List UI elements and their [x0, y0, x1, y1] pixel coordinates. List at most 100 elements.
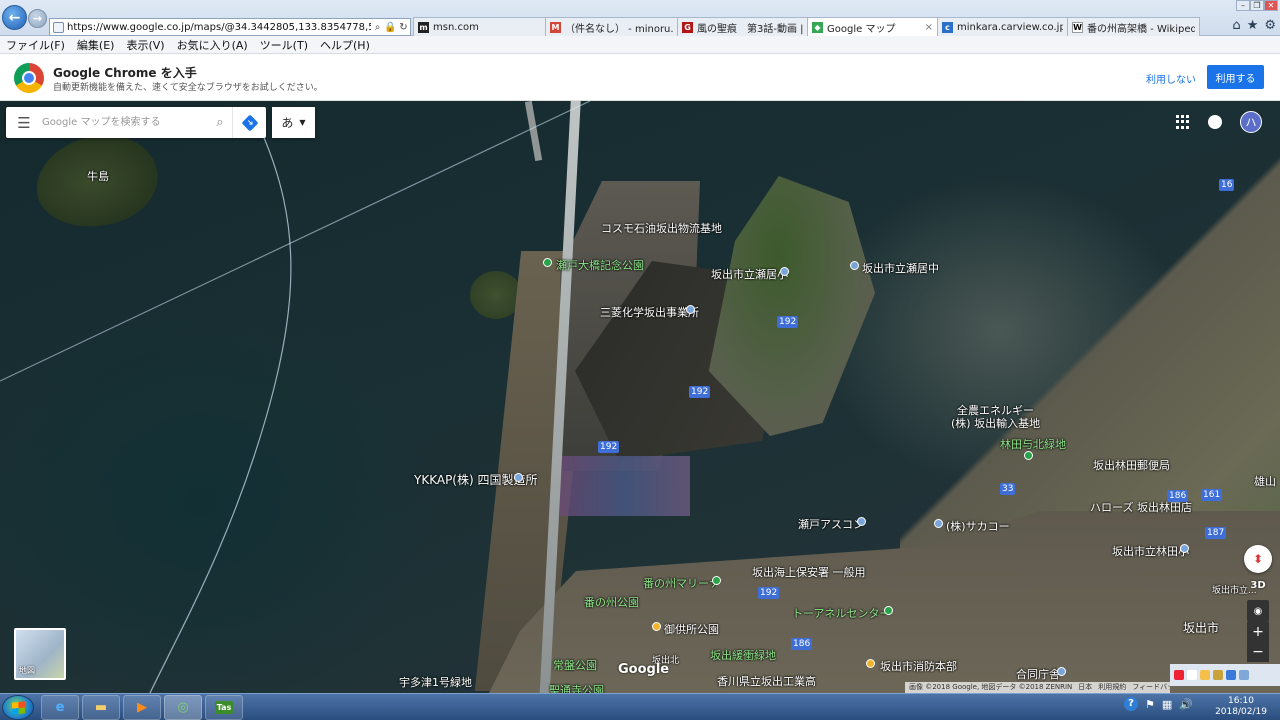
- park-pin-icon[interactable]: [884, 606, 893, 615]
- ime-icon[interactable]: [1239, 670, 1249, 680]
- help-icon[interactable]: ?: [1124, 697, 1138, 711]
- facility-pin-icon[interactable]: [866, 659, 875, 668]
- notifications-icon[interactable]: [1208, 115, 1222, 129]
- zoom-out-button[interactable]: −: [1247, 642, 1269, 662]
- layer-switcher[interactable]: 地図: [14, 628, 66, 680]
- facility-pin-icon[interactable]: [1057, 667, 1066, 676]
- menu-view[interactable]: 表示(V): [126, 37, 164, 53]
- map-label[interactable]: 林田与北緑地: [1000, 436, 1066, 452]
- avatar[interactable]: ハ: [1240, 111, 1262, 133]
- map-label[interactable]: 瀬戸大橋記念公園: [556, 257, 644, 273]
- ime-icon[interactable]: [1200, 670, 1210, 680]
- map-label[interactable]: 坂出市立瀬居小: [711, 266, 788, 282]
- map-label[interactable]: 瀬戸アスコン: [798, 516, 864, 532]
- school-pin-icon[interactable]: [1180, 544, 1189, 553]
- park-pin-icon[interactable]: [652, 622, 661, 631]
- map-label[interactable]: 三菱化学坂出事業所: [600, 304, 699, 320]
- url-text[interactable]: https://www.google.co.jp/maps/@34.344280…: [67, 22, 371, 33]
- facility-pin-icon[interactable]: [514, 473, 523, 482]
- taskbar-folder-icon[interactable]: ▬: [82, 695, 120, 720]
- flag-icon[interactable]: ⚑: [1145, 698, 1155, 711]
- tab-google-maps[interactable]: ◆ Google マップ ×: [807, 17, 938, 36]
- map-label[interactable]: 雄山: [1254, 473, 1276, 489]
- tab-wikipedia[interactable]: W 番の州高架橋 - Wikipedia: [1067, 17, 1200, 36]
- menu-favorites[interactable]: お気に入り(A): [177, 37, 248, 53]
- menu-hamburger-icon[interactable]: ☰: [6, 114, 42, 132]
- park-pin-icon[interactable]: [1024, 451, 1033, 460]
- school-pin-icon[interactable]: [850, 261, 859, 270]
- network-tray-icon[interactable]: ▦: [1162, 698, 1172, 711]
- map-label[interactable]: 常盤公園: [553, 657, 597, 673]
- settings-gear-icon[interactable]: ⚙: [1264, 18, 1276, 33]
- forward-button[interactable]: →: [28, 9, 47, 28]
- directions-button[interactable]: ➔: [232, 107, 266, 138]
- start-button[interactable]: [2, 695, 34, 720]
- menu-file[interactable]: ファイル(F): [6, 37, 65, 53]
- tilt-3d-button[interactable]: 3D: [1246, 580, 1270, 594]
- apps-grid-icon[interactable]: [1176, 115, 1190, 129]
- map-label[interactable]: 坂出市消防本部: [880, 658, 957, 674]
- ime-icon[interactable]: [1226, 670, 1236, 680]
- map-label[interactable]: コスモ石油坂出物流基地: [601, 220, 722, 236]
- system-clock[interactable]: 16:10 2018/02/19: [1212, 696, 1270, 718]
- terms-link[interactable]: 利用規約: [1098, 682, 1126, 693]
- map-label[interactable]: 坂出市立瀬居中: [862, 260, 939, 276]
- region-link[interactable]: 日本: [1078, 682, 1092, 693]
- compass-button[interactable]: ⬍: [1244, 545, 1272, 573]
- school-pin-icon[interactable]: [780, 267, 789, 276]
- park-pin-icon[interactable]: [712, 576, 721, 585]
- tab-gyao[interactable]: G 風の聖痕 第3話-動画 | GYA...: [677, 17, 808, 36]
- map-label[interactable]: トーアネルセンター: [792, 605, 891, 621]
- map-label[interactable]: (株) 坂出輸入基地: [951, 415, 1040, 431]
- tab-carview[interactable]: c minkara.carview.co.jp: [937, 17, 1068, 36]
- maps-search-input[interactable]: [42, 110, 208, 135]
- taskbar-tas-app[interactable]: Tas: [205, 695, 243, 720]
- volume-icon[interactable]: 🔊: [1179, 698, 1193, 711]
- map-label[interactable]: 番の州マリーナ: [643, 575, 720, 591]
- tab-msn[interactable]: m msn.com: [413, 17, 546, 36]
- zoom-in-button[interactable]: +: [1247, 622, 1269, 642]
- search-icon[interactable]: ⌕: [208, 115, 232, 130]
- taskbar-ie-icon[interactable]: e: [41, 695, 79, 720]
- map-label[interactable]: 坂出市立林田小: [1112, 543, 1189, 559]
- back-button[interactable]: ←: [2, 5, 27, 30]
- promo-accept-button[interactable]: 利用する: [1207, 65, 1264, 89]
- map-label[interactable]: 番の州公園: [584, 594, 639, 610]
- refresh-icon[interactable]: ↻: [397, 22, 410, 33]
- map-label[interactable]: 宇多津1号緑地: [399, 674, 472, 690]
- home-icon[interactable]: ⌂: [1232, 18, 1240, 33]
- map-label[interactable]: 御供所公園: [664, 621, 719, 637]
- ime-icon[interactable]: [1213, 670, 1223, 680]
- tab-close-icon[interactable]: ×: [925, 22, 933, 33]
- menu-edit[interactable]: 編集(E): [77, 37, 115, 53]
- promo-decline-button[interactable]: 利用しない: [1146, 71, 1196, 86]
- tab-gmail[interactable]: M （件名なし） - minoru.yasu...: [545, 17, 678, 36]
- map-label[interactable]: (株)サカコー: [946, 518, 1010, 534]
- map-label[interactable]: 香川県立坂出工業高: [717, 673, 816, 689]
- facility-pin-icon[interactable]: [686, 305, 695, 314]
- map-label[interactable]: 坂出林田郵便局: [1093, 457, 1170, 473]
- search-icon[interactable]: ⌕: [371, 22, 384, 33]
- taskbar-media-player-icon[interactable]: ▶: [123, 695, 161, 720]
- ime-icon[interactable]: [1174, 670, 1184, 680]
- my-location-button[interactable]: ◉: [1247, 600, 1269, 622]
- park-pin-icon[interactable]: [543, 258, 552, 267]
- map-label[interactable]: 牛島: [87, 168, 109, 184]
- ime-selector[interactable]: あ ▼: [272, 107, 315, 138]
- restore-icon[interactable]: ❐: [1250, 0, 1264, 11]
- feedback-link[interactable]: フィードバック: [1132, 682, 1170, 693]
- map-label[interactable]: 坂出市: [1183, 619, 1219, 636]
- map-label[interactable]: 坂出海上保安署 一般用: [752, 564, 866, 580]
- ime-icon[interactable]: [1187, 670, 1197, 680]
- minimize-icon[interactable]: –: [1236, 0, 1250, 11]
- facility-pin-icon[interactable]: [934, 519, 943, 528]
- satellite-map[interactable]: 牛島 コスモ石油坂出物流基地 瀬戸大橋記念公園 坂出市立瀬居小 坂出市立瀬居中 …: [0, 101, 1280, 693]
- menu-help[interactable]: ヘルプ(H): [320, 37, 370, 53]
- favorites-star-icon[interactable]: ★: [1247, 18, 1259, 33]
- menu-tools[interactable]: ツール(T): [260, 37, 308, 53]
- close-window-icon[interactable]: ✕: [1264, 0, 1278, 11]
- lock-icon[interactable]: 🔒: [384, 22, 397, 33]
- map-label[interactable]: 坂出緩衝緑地: [710, 647, 776, 663]
- address-bar[interactable]: https://www.google.co.jp/maps/@34.344280…: [49, 18, 411, 36]
- facility-pin-icon[interactable]: [857, 517, 866, 526]
